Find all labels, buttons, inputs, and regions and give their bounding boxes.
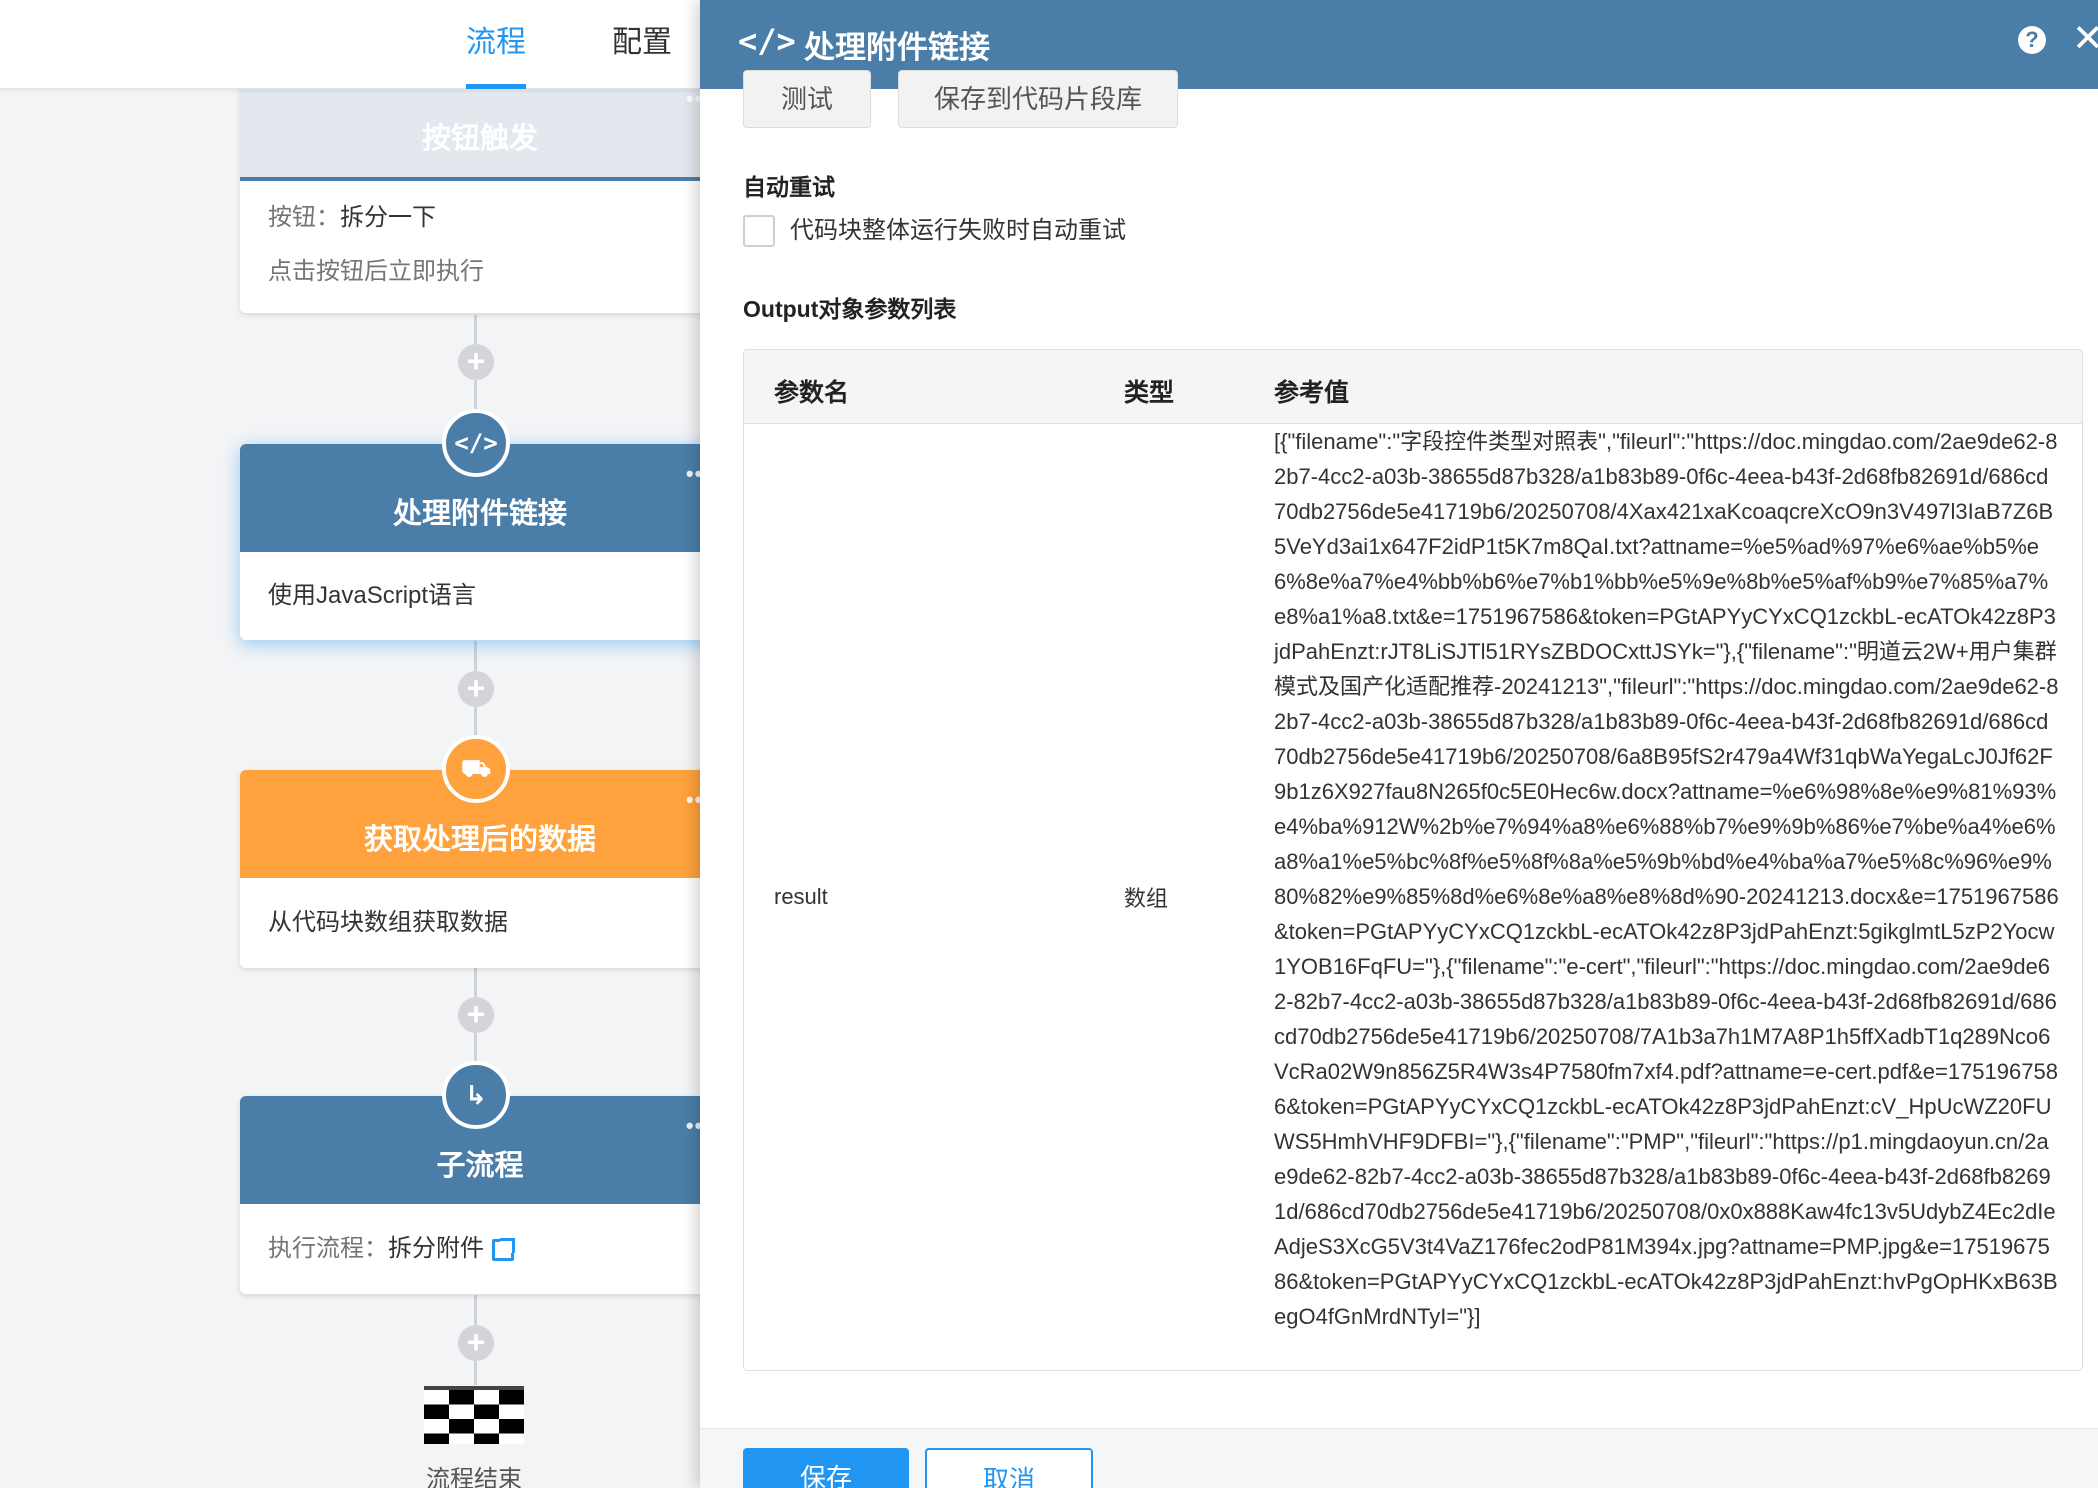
node-line-button: 按钮：拆分一下 <box>268 191 692 245</box>
subflow-name: 拆分附件 <box>388 1235 484 1262</box>
more-icon[interactable]: ••• <box>686 89 700 115</box>
table-header: 参数名 类型 参考值 <box>744 350 2082 424</box>
tab-config[interactable]: 配置 <box>612 22 672 89</box>
add-node-button[interactable]: + <box>458 671 494 707</box>
output-params-table: 参数名 类型 参考值 result 数组 [{"filename":"字段控件类… <box>743 349 2083 1371</box>
node-desc: 从代码块数组获取数据 <box>268 909 508 936</box>
flow-end-label: 流程结束 <box>426 1466 522 1488</box>
node-body: 执行流程：拆分附件 <box>240 1204 700 1294</box>
auto-retry-checkbox-label[interactable]: 代码块整体运行失败时自动重试 <box>790 215 1126 247</box>
workflow-canvas: 按钮触发 ••• 按钮：拆分一下 点击按钮后立即执行 + </> ••• 处理附… <box>0 89 700 1488</box>
more-icon[interactable]: ••• <box>686 784 700 816</box>
node-title: 处理附件链接 <box>392 498 567 530</box>
add-node-button[interactable]: + <box>458 997 494 1033</box>
drawer-title: 处理附件链接 <box>804 30 990 65</box>
column-header-value: 参考值 <box>1274 379 1350 407</box>
column-header-name: 参数名 <box>774 379 850 407</box>
truck-icon: ⛟ <box>442 735 510 803</box>
node-desc: 使用JavaScript语言 <box>268 582 477 609</box>
output-params-label: Output对象参数列表 <box>743 296 957 322</box>
close-icon[interactable]: ✕ <box>2072 16 2098 61</box>
node-title: 获取处理后的数据 <box>363 824 596 856</box>
table-row: result 数组 [{"filename":"字段控件类型对照表","file… <box>744 424 2082 1370</box>
node-button-trigger[interactable]: 按钮触发 ••• 按钮：拆分一下 点击按钮后立即执行 <box>240 89 700 313</box>
value: 拆分一下 <box>340 204 436 231</box>
param-name-cell: result <box>774 884 828 909</box>
test-button[interactable]: 测试 <box>743 70 871 128</box>
node-body: 按钮：拆分一下 点击按钮后立即执行 <box>240 181 700 313</box>
auto-retry-label: 自动重试 <box>743 174 835 200</box>
node-title: 按钮触发 <box>421 123 538 155</box>
column-header-type: 类型 <box>1124 379 1175 407</box>
finish-flag-icon <box>424 1386 524 1444</box>
drawer-footer <box>700 1428 2098 1488</box>
help-icon[interactable]: ? <box>2018 26 2046 54</box>
auto-retry-checkbox[interactable] <box>743 215 775 247</box>
node-title: 子流程 <box>436 1150 524 1182</box>
external-link-icon[interactable] <box>492 1237 515 1261</box>
more-icon[interactable]: ••• <box>686 458 700 490</box>
tab-flow[interactable]: 流程 <box>466 22 526 89</box>
label: 按钮： <box>268 204 340 231</box>
add-node-button[interactable]: + <box>458 1325 494 1361</box>
more-icon[interactable]: ••• <box>686 1110 700 1142</box>
code-icon: </> <box>738 22 796 60</box>
save-to-snippet-button[interactable]: 保存到代码片段库 <box>898 70 1178 128</box>
cancel-button[interactable]: 取消 <box>925 1448 1093 1488</box>
node-header: 按钮触发 ••• <box>240 89 700 177</box>
node-line-desc: 点击按钮后立即执行 <box>268 258 484 285</box>
label: 执行流程： <box>268 1235 388 1262</box>
save-button[interactable]: 保存 <box>743 1448 909 1488</box>
param-type-cell: 数组 <box>1124 886 1169 911</box>
code-icon: </> <box>442 409 510 477</box>
add-node-button[interactable]: + <box>458 344 494 380</box>
param-value-cell: [{"filename":"字段控件类型对照表","fileurl":"http… <box>1274 429 2059 1329</box>
node-config-drawer: </> 处理附件链接 ? ✕ 测试 保存到代码片段库 自动重试 代码块整体运行失… <box>700 0 2098 1488</box>
subflow-icon: ↳ <box>442 1061 510 1129</box>
top-tab-bar: 流程 配置 <box>0 0 700 89</box>
